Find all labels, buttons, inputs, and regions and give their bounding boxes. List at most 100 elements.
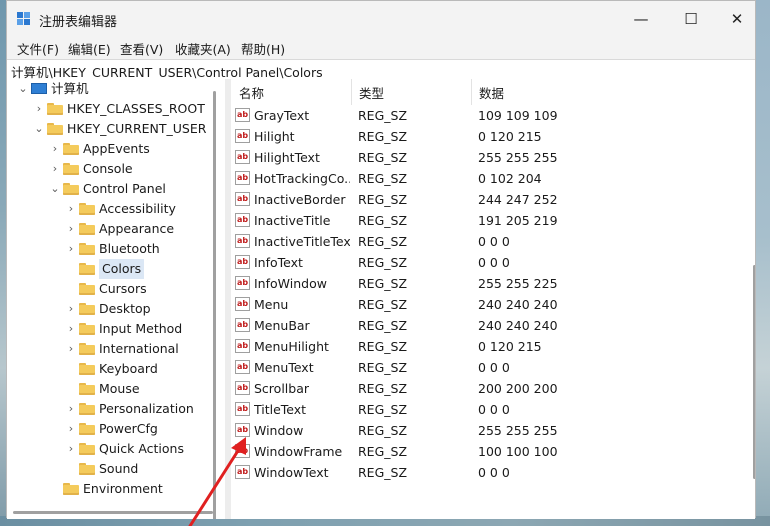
chevron-right-icon[interactable]: ›	[65, 199, 77, 219]
value-row[interactable]: ab Window REG_SZ 255 255 255	[231, 420, 741, 441]
tree-item-label: International	[99, 341, 179, 356]
string-value-icon: ab	[235, 297, 250, 311]
value-data: 0 120 215	[478, 129, 542, 144]
value-row[interactable]: ab InfoWindow REG_SZ 255 255 225	[231, 273, 741, 294]
chevron-down-icon[interactable]: ⌄	[49, 179, 61, 199]
chevron-right-icon[interactable]: ›	[49, 139, 61, 159]
column-header-name[interactable]: 名称	[239, 83, 264, 102]
tree-item-label: PowerCfg	[99, 421, 158, 436]
chevron-down-icon[interactable]: ⌄	[33, 119, 45, 139]
folder-icon	[79, 403, 95, 415]
value-row[interactable]: ab WindowText REG_SZ 0 0 0	[231, 462, 741, 483]
folder-icon	[79, 463, 95, 475]
address-bar[interactable]: 计算机\HKEY_CURRENT_USER\Control Panel\Colo…	[7, 59, 755, 80]
column-separator[interactable]	[471, 79, 472, 105]
value-list-pane[interactable]: 名称 类型 数据 ab GrayText REG_SZ 109 109 109 ab Hi…	[231, 79, 755, 519]
value-data: 0 0 0	[478, 465, 510, 480]
value-row[interactable]: ab MenuHilight REG_SZ 0 120 215	[231, 336, 741, 357]
value-type: REG_SZ	[358, 276, 408, 291]
string-value-icon: ab	[235, 339, 250, 353]
value-row[interactable]: ab MenuText REG_SZ 0 0 0	[231, 357, 741, 378]
menu-help[interactable]: 帮助(H)	[239, 39, 287, 58]
value-row[interactable]: ab InactiveTitle REG_SZ 191 205 219	[231, 210, 741, 231]
minimize-button[interactable]: —	[618, 1, 664, 37]
value-row[interactable]: ab InactiveBorder REG_SZ 244 247 252	[231, 189, 741, 210]
menu-edit[interactable]: 编辑(E)	[66, 39, 113, 58]
tree-vertical-scrollbar[interactable]	[213, 91, 216, 519]
tree-item-label: Cursors	[99, 281, 147, 296]
list-vertical-scrollbar[interactable]	[753, 265, 755, 479]
value-type: REG_SZ	[358, 297, 408, 312]
tree-item-label: 计算机	[51, 81, 89, 96]
value-name: InactiveBorder	[254, 192, 346, 207]
menu-favorites[interactable]: 收藏夹(A)	[173, 39, 233, 58]
value-row[interactable]: ab InactiveTitleText REG_SZ 0 0 0	[231, 231, 741, 252]
chevron-right-icon[interactable]: ›	[65, 419, 77, 439]
value-type: REG_SZ	[358, 465, 408, 480]
chevron-right-icon[interactable]: ›	[65, 399, 77, 419]
value-row[interactable]: ab Hilight REG_SZ 0 120 215	[231, 126, 741, 147]
chevron-right-icon[interactable]: ›	[33, 99, 45, 119]
value-name: MenuBar	[254, 318, 310, 333]
computer-icon	[31, 83, 47, 94]
value-type: REG_SZ	[358, 339, 408, 354]
title-bar: 注册表编辑器 — ☐ ✕	[7, 1, 755, 37]
value-row[interactable]: ab HotTrackingCo... REG_SZ 0 102 204	[231, 168, 741, 189]
value-name: Scrollbar	[254, 381, 309, 396]
folder-icon	[79, 303, 95, 315]
value-data: 191 205 219	[478, 213, 558, 228]
folder-icon	[79, 443, 95, 455]
column-header-type[interactable]: 类型	[359, 83, 384, 102]
list-header: 名称 类型 数据	[231, 79, 755, 105]
value-row[interactable]: ab WindowFrame REG_SZ 100 100 100	[231, 441, 741, 462]
chevron-right-icon[interactable]: ›	[65, 239, 77, 259]
desktop-wallpaper-right	[756, 0, 770, 526]
string-value-icon: ab	[235, 423, 250, 437]
menu-view[interactable]: 查看(V)	[118, 39, 165, 58]
value-type: REG_SZ	[358, 381, 408, 396]
value-row[interactable]: ab MenuBar REG_SZ 240 240 240	[231, 315, 741, 336]
maximize-button[interactable]: ☐	[668, 1, 714, 37]
value-row[interactable]: ab Scrollbar REG_SZ 200 200 200	[231, 378, 741, 399]
key-tree-pane[interactable]: ⌄ 计算机 › HKEY_CLASSES_ROOT ⌄ HKEY_CURRENT_USER…	[7, 79, 225, 519]
close-button[interactable]: ✕	[714, 1, 760, 37]
value-name: HilightText	[254, 150, 320, 165]
string-value-icon: ab	[235, 192, 250, 206]
value-row[interactable]: ab TitleText REG_SZ 0 0 0	[231, 399, 741, 420]
value-data: 240 240 240	[478, 318, 558, 333]
tree-item-label: Console	[83, 161, 133, 176]
chevron-down-icon[interactable]: ⌄	[17, 79, 29, 99]
value-row[interactable]: ab HilightText REG_SZ 255 255 255	[231, 147, 741, 168]
chevron-right-icon[interactable]: ›	[65, 339, 77, 359]
string-value-icon: ab	[235, 255, 250, 269]
value-name: InfoWindow	[254, 276, 327, 291]
value-name: MenuText	[254, 360, 314, 375]
chevron-right-icon[interactable]: ›	[65, 299, 77, 319]
chevron-right-icon[interactable]: ›	[65, 439, 77, 459]
value-type: REG_SZ	[358, 108, 408, 123]
tree-item-label: Desktop	[99, 301, 151, 316]
string-value-icon: ab	[235, 444, 250, 458]
column-header-data[interactable]: 数据	[479, 83, 504, 102]
regedit-window: 注册表编辑器 — ☐ ✕ 文件(F) 编辑(E) 查看(V) 收藏夹(A) 帮助…	[6, 0, 756, 519]
column-separator[interactable]	[351, 79, 352, 105]
tree-item-label: Quick Actions	[99, 441, 184, 456]
value-row[interactable]: ab GrayText REG_SZ 109 109 109	[231, 105, 741, 126]
chevron-right-icon[interactable]: ›	[65, 319, 77, 339]
menu-file[interactable]: 文件(F)	[15, 39, 61, 58]
value-row[interactable]: ab InfoText REG_SZ 0 0 0	[231, 252, 741, 273]
value-data: 255 255 255	[478, 150, 558, 165]
value-type: REG_SZ	[358, 444, 408, 459]
tree-horizontal-scrollbar[interactable]	[13, 511, 213, 514]
value-type: REG_SZ	[358, 192, 408, 207]
chevron-right-icon[interactable]: ›	[65, 219, 77, 239]
folder-icon	[47, 123, 63, 135]
string-value-icon: ab	[235, 402, 250, 416]
value-type: REG_SZ	[358, 129, 408, 144]
tree-item-label: Appearance	[99, 221, 175, 236]
value-row[interactable]: ab Menu REG_SZ 240 240 240	[231, 294, 741, 315]
value-name: InfoText	[254, 255, 303, 270]
chevron-right-icon[interactable]: ›	[49, 159, 61, 179]
tree-item-label: Bluetooth	[99, 241, 160, 256]
value-data: 0 0 0	[478, 234, 510, 249]
